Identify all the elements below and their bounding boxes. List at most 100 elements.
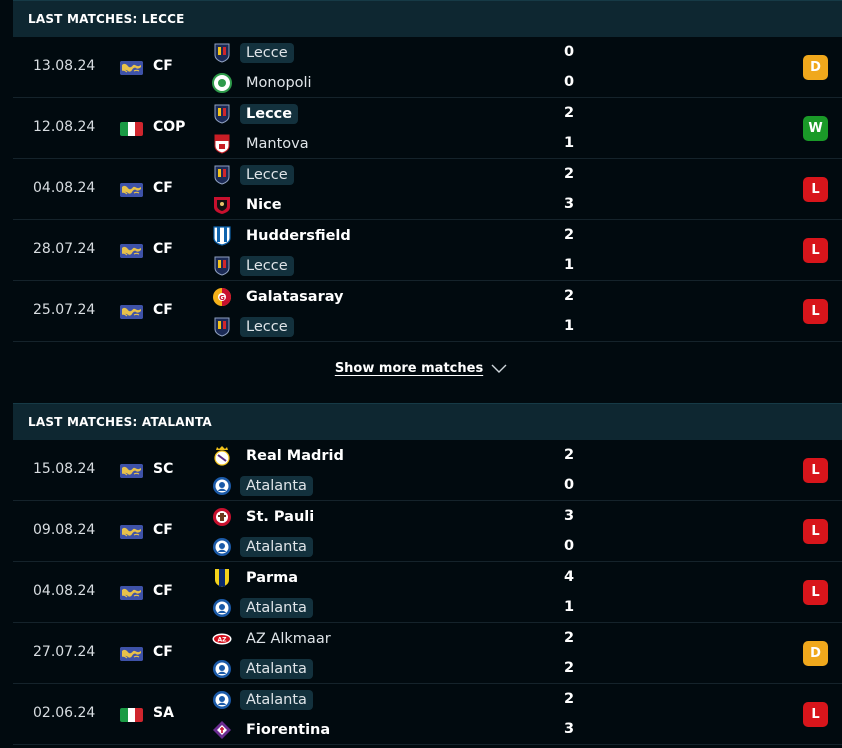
svg-text:G: G bbox=[219, 294, 225, 302]
result-badge: L bbox=[803, 299, 828, 324]
away-score: 2 bbox=[563, 660, 575, 676]
home-score: 2 bbox=[563, 288, 575, 304]
match-row[interactable]: 15.08.24 SC Real Madrid Atalanta 2 0 L bbox=[13, 440, 842, 501]
match-row[interactable]: 25.07.24 CF G Galatasaray Lecce 2 1 L bbox=[13, 281, 842, 342]
away-score: 1 bbox=[563, 599, 575, 615]
match-row[interactable]: 27.07.24 CF AZ AZ Alkmaar Atalanta 2 2 D bbox=[13, 623, 842, 684]
result-badge: L bbox=[803, 519, 828, 544]
home-score: 2 bbox=[563, 166, 575, 182]
team[interactable]: Atalanta bbox=[211, 658, 313, 680]
league-code: CF bbox=[153, 58, 173, 74]
team-name: Lecce bbox=[240, 165, 294, 185]
home-score: 0 bbox=[563, 44, 575, 60]
team[interactable]: Lecce bbox=[211, 42, 294, 64]
match-row[interactable]: 09.08.24 CF St. Pauli Atalanta 3 0 L bbox=[13, 501, 842, 562]
galatasaray-crest-icon: G bbox=[211, 286, 233, 308]
realmadrid-crest-icon bbox=[211, 445, 233, 467]
team-name: Galatasaray bbox=[246, 289, 344, 305]
home-score: 2 bbox=[563, 691, 575, 707]
monopoli-crest-icon bbox=[211, 72, 233, 94]
show-more-button[interactable]: Show more matches bbox=[335, 359, 507, 378]
team[interactable]: Lecce bbox=[211, 164, 294, 186]
team[interactable]: AZ AZ Alkmaar bbox=[211, 628, 337, 650]
team[interactable]: Fiorentina bbox=[211, 719, 336, 741]
home-score: 2 bbox=[563, 105, 575, 121]
team[interactable]: Real Madrid bbox=[211, 445, 350, 467]
team[interactable]: Atalanta bbox=[211, 597, 313, 619]
result-badge: L bbox=[803, 177, 828, 202]
result-badge: L bbox=[803, 238, 828, 263]
team-name: Lecce bbox=[240, 256, 294, 276]
team[interactable]: Atalanta bbox=[211, 689, 313, 711]
team-name: Atalanta bbox=[240, 690, 313, 710]
lecce-crest-icon bbox=[211, 103, 233, 125]
atalanta-crest-icon bbox=[211, 475, 233, 497]
team-name: Fiorentina bbox=[246, 722, 331, 738]
home-score: 4 bbox=[563, 569, 575, 585]
match-date: 12.08.24 bbox=[33, 119, 96, 135]
team-name: Lecce bbox=[240, 43, 294, 63]
show-more-container: Show more matches bbox=[0, 343, 842, 393]
league-code: CF bbox=[153, 644, 173, 660]
team[interactable]: Mantova bbox=[211, 133, 315, 155]
atalanta-matches-section: LAST MATCHES: ATALANTA 15.08.24 SC Real Ma… bbox=[13, 403, 842, 745]
result-badge: D bbox=[803, 641, 828, 666]
result-badge: L bbox=[803, 458, 828, 483]
huddersfield-crest-icon bbox=[211, 225, 233, 247]
world-flag-icon bbox=[120, 305, 143, 319]
match-row[interactable]: 04.08.24 CF Lecce Nice 2 3 L bbox=[13, 159, 842, 220]
nice-crest-icon bbox=[211, 194, 233, 216]
stpauli-crest-icon bbox=[211, 506, 233, 528]
league-code: COP bbox=[153, 119, 186, 135]
section-header: LAST MATCHES: ATALANTA bbox=[13, 403, 842, 440]
italy-flag-icon bbox=[120, 122, 143, 136]
show-more-label: Show more matches bbox=[334, 360, 484, 376]
match-row[interactable]: 12.08.24 COP Lecce Mantova 2 1 W bbox=[13, 98, 842, 159]
atalanta-crest-icon bbox=[211, 597, 233, 619]
world-flag-icon bbox=[120, 525, 143, 539]
atalanta-crest-icon bbox=[211, 689, 233, 711]
svg-text:AZ: AZ bbox=[218, 637, 228, 644]
match-row[interactable]: 04.08.24 CF Parma Atalanta 4 1 L bbox=[13, 562, 842, 623]
team[interactable]: Atalanta bbox=[211, 536, 313, 558]
match-date: 09.08.24 bbox=[33, 522, 96, 538]
atalanta-crest-icon bbox=[211, 658, 233, 680]
match-list: 13.08.24 CF Lecce Monopoli 0 0 D 12.08.24 COP Lec… bbox=[13, 37, 842, 342]
match-row[interactable]: 13.08.24 CF Lecce Monopoli 0 0 D bbox=[13, 37, 842, 98]
team[interactable]: Lecce bbox=[211, 103, 299, 125]
team[interactable]: Parma bbox=[211, 567, 304, 589]
team-name: Atalanta bbox=[240, 476, 313, 496]
result-badge: W bbox=[803, 116, 828, 141]
world-flag-icon bbox=[120, 244, 143, 258]
match-date: 25.07.24 bbox=[33, 302, 96, 318]
match-date: 04.08.24 bbox=[33, 180, 96, 196]
team[interactable]: G Galatasaray bbox=[211, 286, 350, 308]
team-name: Atalanta bbox=[240, 598, 313, 618]
world-flag-icon bbox=[120, 647, 143, 661]
mantova-crest-icon bbox=[211, 133, 233, 155]
match-row[interactable]: 28.07.24 CF Huddersfield Lecce 2 1 L bbox=[13, 220, 842, 281]
team-name: Atalanta bbox=[240, 537, 313, 557]
team-name: Lecce bbox=[240, 104, 299, 124]
away-score: 3 bbox=[563, 196, 575, 212]
section-header: LAST MATCHES: LECCE bbox=[13, 0, 842, 37]
az-crest-icon: AZ bbox=[211, 628, 233, 650]
match-date: 28.07.24 bbox=[33, 241, 96, 257]
team[interactable]: Huddersfield bbox=[211, 225, 357, 247]
team-name: St. Pauli bbox=[246, 509, 315, 525]
team[interactable]: Atalanta bbox=[211, 475, 313, 497]
match-date: 13.08.24 bbox=[33, 58, 96, 74]
team[interactable]: Lecce bbox=[211, 255, 294, 277]
team-name: Nice bbox=[246, 197, 282, 213]
team[interactable]: Monopoli bbox=[211, 72, 318, 94]
team[interactable]: Lecce bbox=[211, 316, 294, 338]
world-flag-icon bbox=[120, 183, 143, 197]
team[interactable]: Nice bbox=[211, 194, 288, 216]
lecce-crest-icon bbox=[211, 164, 233, 186]
team[interactable]: St. Pauli bbox=[211, 506, 320, 528]
league-code: CF bbox=[153, 522, 173, 538]
result-badge: L bbox=[803, 702, 828, 727]
match-row[interactable]: 02.06.24 SA Atalanta Fiorentina 2 3 L bbox=[13, 684, 842, 745]
chevron-down-icon bbox=[491, 359, 507, 378]
away-score: 0 bbox=[563, 477, 575, 493]
